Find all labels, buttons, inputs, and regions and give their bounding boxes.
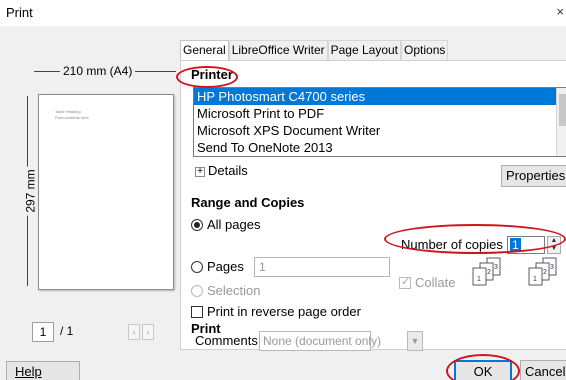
details-label: Details bbox=[208, 163, 248, 178]
all-pages-radio[interactable]: All pages bbox=[191, 217, 260, 232]
selection-label: Selection bbox=[207, 283, 261, 298]
preview-text-line: Para contents here bbox=[55, 115, 89, 120]
checkbox-checked-icon bbox=[399, 275, 411, 289]
annotation-circle-copies bbox=[384, 224, 566, 254]
printer-item-microsoft-xps[interactable]: Microsoft XPS Document Writer bbox=[194, 122, 566, 139]
selection-radio[interactable]: Selection bbox=[191, 283, 260, 298]
svg-text:2: 2 bbox=[487, 269, 491, 276]
svg-text:1: 1 bbox=[533, 276, 537, 283]
printer-list-scrollbar[interactable] bbox=[556, 88, 566, 156]
svg-text:3: 3 bbox=[550, 264, 554, 271]
window-title: Print bbox=[6, 5, 33, 20]
expand-plus-icon: + bbox=[195, 167, 205, 177]
preview-page-total: / 1 bbox=[60, 324, 74, 338]
printer-item-microsoft-print-to-pdf[interactable]: Microsoft Print to PDF bbox=[194, 105, 566, 122]
print-dialog: 210 mm (A4) 297 mm Table Heading Para co… bbox=[0, 26, 566, 380]
collate-pages-icon: 3 2 1 bbox=[472, 257, 501, 286]
annotation-circle-ok bbox=[446, 354, 520, 380]
help-button[interactable]: Help bbox=[6, 361, 80, 380]
preview-page-input[interactable]: 1 bbox=[32, 322, 54, 342]
page-preview: Table Heading Para contents here bbox=[38, 94, 174, 290]
close-icon[interactable]: × bbox=[556, 4, 564, 19]
details-expander[interactable]: + Details bbox=[195, 163, 248, 178]
range-copies-heading: Range and Copies bbox=[191, 195, 305, 210]
pages-radio[interactable]: Pages bbox=[191, 259, 244, 274]
prev-page-button[interactable]: ‹ bbox=[128, 324, 140, 340]
next-page-button[interactable]: › bbox=[142, 324, 154, 340]
preview-text-line: Table Heading bbox=[55, 109, 81, 114]
tab-page-layout[interactable]: Page Layout bbox=[327, 40, 402, 60]
radio-icon bbox=[191, 261, 203, 273]
checkbox-icon bbox=[191, 306, 203, 318]
tab-bar: General LibreOffice Writer Page Layout O… bbox=[180, 40, 449, 61]
pages-label: Pages bbox=[207, 259, 244, 274]
printer-list[interactable]: HP Photosmart C4700 series Microsoft Pri… bbox=[193, 87, 566, 157]
page-width-label: 210 mm (A4) bbox=[60, 64, 136, 78]
collate-pages-icon: 3 2 1 bbox=[528, 257, 557, 286]
reverse-order-label: Print in reverse page order bbox=[207, 304, 361, 319]
general-panel: Printer HP Photosmart C4700 series Micro… bbox=[180, 60, 566, 351]
collate-checkbox[interactable]: Collate bbox=[399, 275, 455, 290]
collate-label: Collate bbox=[415, 275, 456, 290]
svg-text:2: 2 bbox=[543, 269, 547, 276]
radio-selected-icon bbox=[191, 219, 203, 231]
scrollbar-thumb[interactable] bbox=[559, 94, 566, 126]
tab-libreoffice-writer[interactable]: LibreOffice Writer bbox=[228, 40, 328, 60]
comments-label: Comments bbox=[195, 333, 258, 348]
radio-icon bbox=[191, 285, 203, 297]
page-height-dimension: 297 mm bbox=[20, 96, 38, 286]
help-button-label: Help bbox=[15, 364, 42, 379]
svg-text:1: 1 bbox=[477, 276, 481, 283]
cancel-button[interactable]: Cancel bbox=[520, 360, 566, 380]
tab-general[interactable]: General bbox=[180, 40, 229, 61]
dropdown-arrow-icon[interactable]: ▼ bbox=[407, 331, 423, 351]
tab-options[interactable]: Options bbox=[401, 40, 449, 60]
printer-item-hp-photosmart[interactable]: HP Photosmart C4700 series bbox=[194, 88, 566, 105]
all-pages-label: All pages bbox=[207, 217, 261, 232]
printer-item-onenote[interactable]: Send To OneNote 2013 bbox=[194, 139, 566, 156]
properties-button[interactable]: Properties... bbox=[501, 165, 566, 187]
svg-text:3: 3 bbox=[494, 264, 498, 271]
annotation-circle-printer bbox=[176, 66, 238, 88]
comments-select[interactable]: None (document only) bbox=[259, 331, 381, 351]
pages-input[interactable]: 1 bbox=[254, 257, 390, 277]
page-height-label: 297 mm bbox=[23, 166, 38, 216]
title-bar: Print × bbox=[0, 0, 566, 26]
reverse-order-checkbox[interactable]: Print in reverse page order bbox=[191, 304, 361, 319]
page-width-dimension: 210 mm (A4) bbox=[34, 64, 176, 78]
